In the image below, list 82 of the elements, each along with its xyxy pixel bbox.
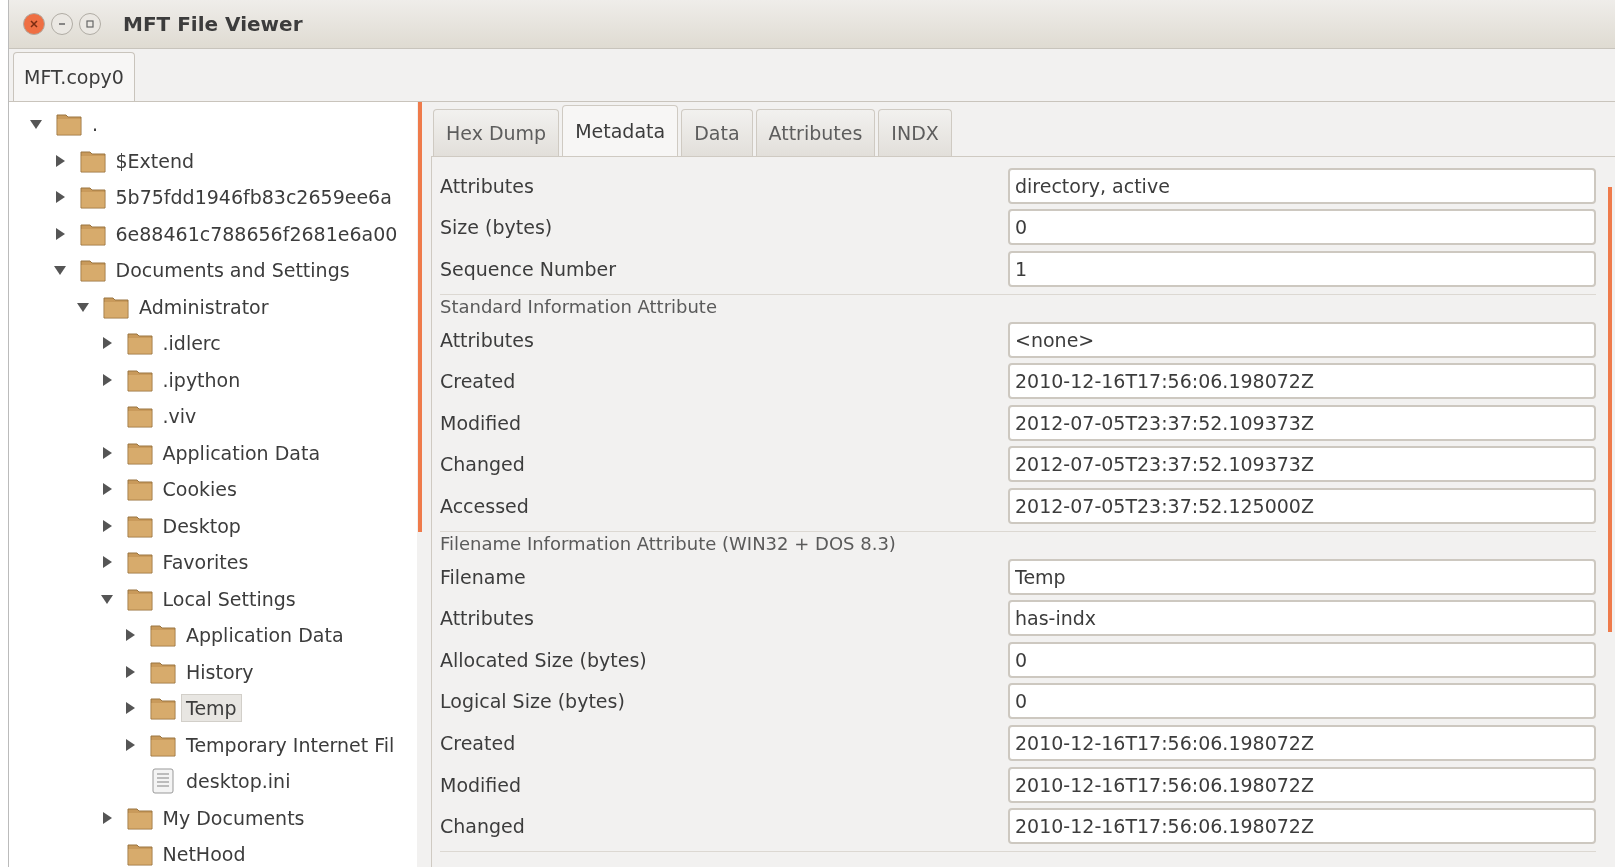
folder-icon	[125, 549, 154, 576]
tree-item[interactable]: Desktop	[157, 511, 246, 540]
tree-item[interactable]: .viv	[157, 402, 202, 431]
maximize-icon	[86, 20, 94, 28]
tree-item[interactable]: Local Settings	[157, 584, 301, 613]
value-field[interactable]: 0	[1008, 641, 1596, 678]
file-tab[interactable]: MFT.copy0	[13, 52, 135, 101]
field-label: Attributes	[440, 174, 535, 197]
tree-item[interactable]: Favorites	[157, 548, 254, 577]
value-field[interactable]: Temp	[1008, 558, 1596, 595]
value-field[interactable]: 2010-12-16T17:56:06.198072Z	[1008, 766, 1596, 803]
expand-arrow-icon[interactable]	[123, 628, 137, 643]
field-label: Size (bytes)	[440, 216, 554, 239]
minimize-button[interactable]	[51, 13, 73, 35]
folder-icon	[55, 111, 83, 138]
tree-item[interactable]: Temp	[181, 694, 242, 723]
detail-tab[interactable]: Attributes	[755, 109, 876, 156]
tree-item[interactable]: 5b75fdd1946fb83c2659ee6a	[110, 183, 397, 212]
tree-item[interactable]: Application Data	[157, 438, 326, 467]
detail-tab[interactable]: Data	[681, 109, 753, 156]
value-field[interactable]: 2010-12-16T17:56:06.198072Z	[1008, 363, 1596, 400]
folder-icon	[125, 330, 154, 357]
section-title: Standard Information Attribute	[440, 294, 718, 319]
expand-arrow-icon[interactable]	[123, 737, 137, 752]
detail-tab[interactable]: Hex Dump	[433, 109, 560, 156]
value-field[interactable]: 2012-07-05T23:37:52.109373Z	[1008, 404, 1596, 441]
tree-item[interactable]: .ipython	[157, 365, 246, 394]
field-label: Created	[440, 731, 517, 754]
tree-item[interactable]: 6e88461c788656f2681e6a00	[110, 219, 403, 248]
field-label: Accessed	[440, 494, 530, 517]
value-field[interactable]: 2012-07-05T23:37:52.125000Z	[1008, 487, 1596, 524]
scrollbar-thumb[interactable]	[1608, 187, 1612, 632]
field-label: Allocated Size (bytes)	[440, 648, 648, 671]
tree-item[interactable]: Temporary Internet Fil	[181, 730, 400, 759]
field-label: Attributes	[440, 328, 535, 351]
tree-item[interactable]: .	[87, 110, 104, 139]
tree-item[interactable]: Application Data	[181, 621, 349, 650]
value-field[interactable]: 2010-12-16T17:56:06.198072Z	[1008, 724, 1596, 761]
close-icon	[30, 20, 38, 28]
tree-item[interactable]: Cookies	[157, 475, 242, 504]
field-label: Changed	[440, 453, 526, 476]
folder-icon	[149, 622, 177, 649]
detail-tab[interactable]: INDX	[878, 109, 952, 156]
value-field[interactable]: 0	[1008, 209, 1596, 246]
expand-arrow-icon[interactable]	[123, 701, 137, 716]
field-label: Modified	[440, 773, 523, 796]
tree-item[interactable]: .idlerc	[157, 329, 226, 358]
value-field[interactable]: 2012-07-05T23:37:52.109373Z	[1008, 446, 1596, 483]
text-file-icon	[149, 768, 177, 795]
tree-item[interactable]: My Documents	[157, 803, 310, 832]
folder-icon	[125, 476, 154, 503]
tree-item[interactable]: Administrator	[134, 292, 274, 321]
field-label: Modified	[440, 411, 523, 434]
value-field[interactable]: 1	[1008, 251, 1596, 287]
folder-icon	[78, 257, 107, 284]
detail-tab[interactable]: Metadata	[562, 105, 679, 156]
folder-icon	[125, 841, 154, 867]
folder-icon	[78, 184, 107, 211]
folder-icon	[149, 695, 177, 722]
field-label: Attributes	[440, 607, 535, 630]
section-title: Filename Information Attribute (WIN32 + DOS 8.3)	[440, 531, 897, 556]
tree-item[interactable]: History	[181, 657, 259, 686]
value-field[interactable]: directory, active	[1008, 167, 1596, 204]
window-title: MFT File Viewer	[123, 12, 303, 36]
tree-item[interactable]: Documents and Settings	[110, 256, 355, 285]
field-label: Created	[440, 370, 517, 393]
folder-icon	[125, 403, 154, 430]
field-label: Sequence Number	[440, 258, 618, 280]
value-field[interactable]: has-indx	[1008, 600, 1596, 637]
close-button[interactable]	[23, 13, 45, 35]
expand-arrow-icon[interactable]	[123, 664, 137, 679]
tree-item[interactable]: NetHood	[157, 840, 251, 867]
minimize-icon	[58, 20, 66, 28]
tree-item[interactable]: desktop.ini	[181, 767, 296, 796]
value-field[interactable]: 2010-12-16T17:56:06.198072Z	[1008, 808, 1596, 845]
tree-item[interactable]: $Extend	[110, 146, 200, 175]
splitter-handle[interactable]	[418, 102, 422, 532]
field-label: Changed	[440, 815, 526, 838]
value-field[interactable]: 0	[1008, 683, 1596, 720]
field-label: Logical Size (bytes)	[440, 690, 626, 713]
field-label: Filename	[440, 565, 527, 588]
value-field[interactable]: <none>	[1008, 321, 1596, 358]
